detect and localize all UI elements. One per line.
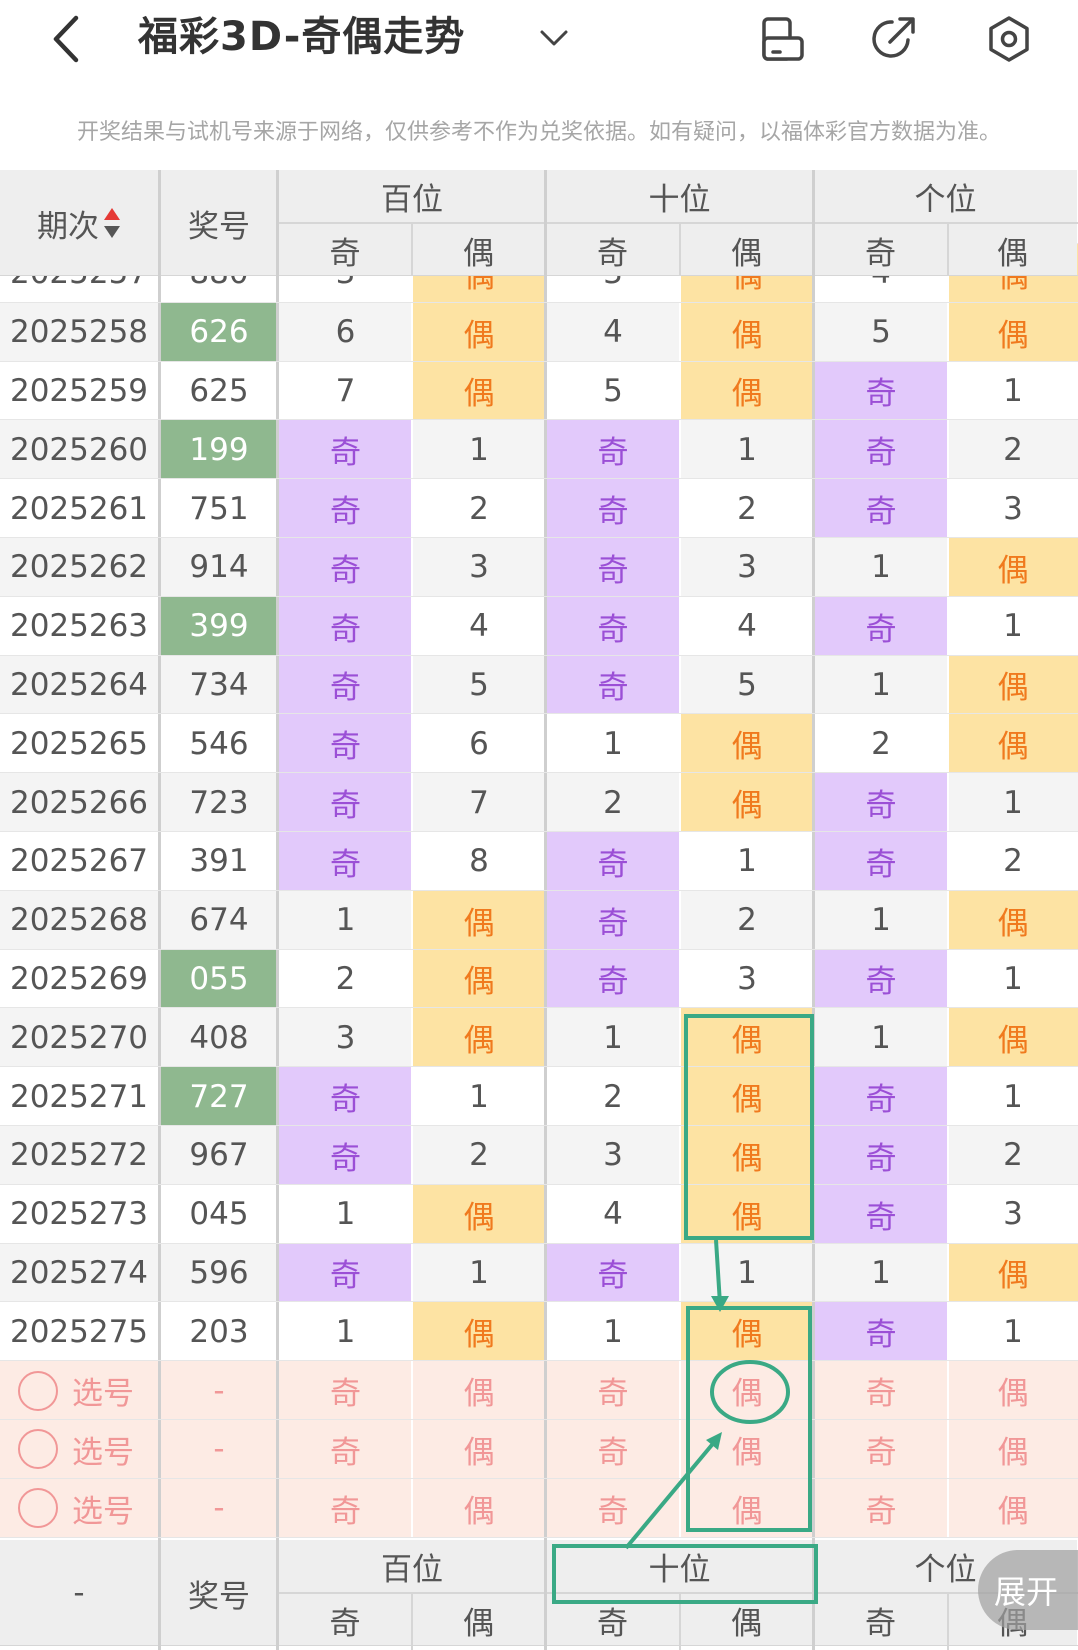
- annotation-box: [552, 1544, 818, 1604]
- annotation-box: [686, 1306, 812, 1532]
- annotation-arrow: [714, 1239, 722, 1305]
- annotation-overlay: [552, 1014, 818, 1604]
- annotation-box: [684, 1014, 814, 1240]
- expand-button[interactable]: 展开: [978, 1550, 1078, 1630]
- annotation-circle: [710, 1360, 790, 1424]
